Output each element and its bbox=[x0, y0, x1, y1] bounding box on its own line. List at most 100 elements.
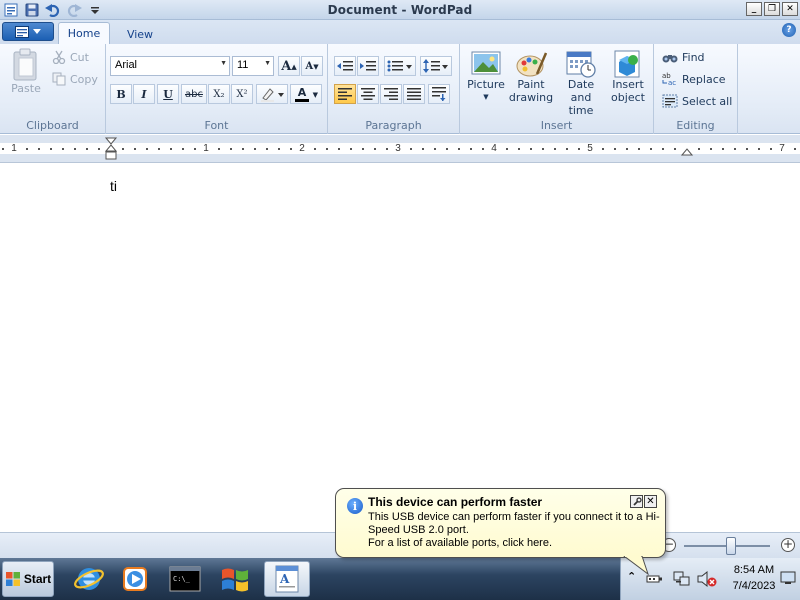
font-color-button[interactable]: A ▼ bbox=[290, 84, 322, 104]
bold-button[interactable]: B bbox=[110, 84, 132, 104]
zoom-in-button[interactable]: + bbox=[781, 538, 795, 552]
ruler-tick bbox=[86, 148, 88, 150]
grow-font-button[interactable]: A ▲ bbox=[278, 56, 300, 76]
select-all-button[interactable]: Select all bbox=[662, 94, 732, 108]
close-button[interactable]: ✕ bbox=[782, 2, 798, 16]
justify-button[interactable] bbox=[403, 84, 425, 104]
ruler-tick bbox=[242, 148, 244, 150]
date-time-label-line2: time bbox=[568, 104, 594, 117]
paint-drawing-label-line1: Paint bbox=[517, 78, 545, 91]
date-time-label-line1: Date and bbox=[567, 78, 595, 104]
application-menu-button[interactable] bbox=[2, 22, 54, 41]
increase-indent-icon bbox=[360, 61, 376, 71]
chevron-down-icon bbox=[33, 28, 41, 34]
superscript-button[interactable]: X² bbox=[231, 84, 253, 104]
svg-text:C:\_: C:\_ bbox=[173, 575, 191, 583]
ruler-tick bbox=[374, 148, 376, 150]
document-area[interactable]: ti bbox=[0, 163, 800, 532]
font-size-select[interactable]: 11 ▼ bbox=[232, 56, 274, 76]
ruler-tick bbox=[710, 148, 712, 150]
ruler-tick bbox=[146, 148, 148, 150]
taskbar-windows-explorer[interactable] bbox=[212, 561, 258, 597]
decrease-indent-icon bbox=[337, 61, 353, 71]
wrench-icon[interactable] bbox=[630, 495, 643, 508]
replace-button[interactable]: ab ac Replace bbox=[662, 72, 726, 86]
insert-object-label-line1: Insert bbox=[612, 78, 644, 91]
media-player-icon bbox=[123, 567, 147, 591]
taskbar: Start C:\_ A ⌃ 8:54 AM 7/4/2023 bbox=[0, 558, 800, 600]
insert-object-icon bbox=[614, 50, 640, 78]
start-button[interactable]: Start bbox=[2, 561, 54, 597]
paragraph-settings-button[interactable] bbox=[428, 84, 450, 104]
italic-button[interactable]: I bbox=[133, 84, 155, 104]
shrink-font-button[interactable]: A ▼ bbox=[301, 56, 323, 76]
cut-button[interactable]: Cut bbox=[52, 50, 89, 64]
ruler-tick bbox=[182, 148, 184, 150]
ruler-tick bbox=[158, 148, 160, 150]
picture-button[interactable]: Picture ▼ bbox=[464, 50, 508, 104]
font-family-select[interactable]: Arial ▼ bbox=[110, 56, 230, 76]
ruler-number: 1 bbox=[11, 143, 17, 154]
subscript-button[interactable]: X₂ bbox=[208, 84, 230, 104]
underline-button[interactable]: U bbox=[157, 84, 179, 104]
taskbar-wordpad[interactable]: A bbox=[264, 561, 310, 597]
network-icon[interactable] bbox=[673, 570, 691, 588]
taskbar-command-prompt[interactable]: C:\_ bbox=[162, 561, 208, 597]
paste-button[interactable]: Paste bbox=[6, 48, 46, 95]
volume-muted-icon[interactable] bbox=[697, 570, 717, 588]
paint-drawing-button[interactable]: Paint drawing bbox=[508, 50, 554, 104]
line-spacing-button[interactable] bbox=[420, 56, 452, 76]
bullets-button[interactable] bbox=[384, 56, 416, 76]
align-right-button[interactable] bbox=[380, 84, 402, 104]
minimize-button[interactable]: _ bbox=[746, 2, 762, 16]
taskbar-media-player[interactable] bbox=[112, 561, 158, 597]
copy-label: Copy bbox=[70, 72, 98, 86]
taskbar-internet-explorer[interactable] bbox=[66, 561, 112, 597]
date-time-button[interactable]: Date and time bbox=[558, 50, 604, 117]
svg-text:A: A bbox=[279, 572, 290, 586]
ruler-tick bbox=[650, 148, 652, 150]
ruler-tick bbox=[518, 148, 520, 150]
ruler-tick bbox=[638, 148, 640, 150]
zoom-slider-thumb[interactable] bbox=[726, 537, 737, 555]
show-desktop-icon[interactable] bbox=[780, 570, 796, 586]
help-icon[interactable]: ? bbox=[782, 23, 796, 37]
copy-button[interactable]: Copy bbox=[52, 72, 98, 86]
ruler[interactable]: 1 1 2 3 4 5 7 bbox=[0, 135, 800, 163]
ruler-tick bbox=[794, 148, 796, 150]
align-left-button[interactable] bbox=[334, 84, 356, 104]
ruler-tick bbox=[278, 148, 280, 150]
document-text[interactable]: ti bbox=[110, 178, 117, 194]
align-center-button[interactable] bbox=[357, 84, 379, 104]
balloon-link[interactable]: For a list of available ports, click her… bbox=[368, 537, 552, 549]
editing-group: Find ab ac Replace Select all Editing bbox=[654, 44, 738, 134]
ruler-tick bbox=[578, 148, 580, 150]
notification-balloon[interactable]: i This device can perform faster This US… bbox=[335, 488, 666, 558]
clock-time[interactable]: 8:54 AM bbox=[721, 564, 787, 576]
insert-object-button[interactable]: Insert object bbox=[606, 50, 650, 104]
ruler-tick bbox=[230, 148, 232, 150]
ruler-strip: 1 1 2 3 4 5 7 bbox=[0, 143, 800, 154]
decrease-indent-button[interactable] bbox=[334, 56, 356, 76]
first-line-indent-marker[interactable] bbox=[105, 137, 117, 163]
ruler-tick bbox=[506, 148, 508, 150]
command-prompt-icon: C:\_ bbox=[169, 566, 201, 592]
ruler-tick bbox=[698, 148, 700, 150]
restore-button[interactable]: ❐ bbox=[764, 2, 780, 16]
font-color-label: A bbox=[297, 85, 307, 99]
clock-date[interactable]: 7/4/2023 bbox=[721, 580, 787, 592]
tab-view[interactable]: View bbox=[118, 25, 162, 43]
increase-indent-button[interactable] bbox=[357, 56, 379, 76]
balloon-message: This USB device can perform faster if yo… bbox=[368, 511, 660, 536]
strikethrough-button[interactable]: abc bbox=[181, 84, 207, 104]
paragraph-group: Paragraph bbox=[328, 44, 460, 134]
find-button[interactable]: Find bbox=[662, 50, 705, 64]
insert-group: Picture ▼ Paint drawing Date and time In… bbox=[460, 44, 654, 134]
ruler-tick bbox=[662, 148, 664, 150]
tab-home[interactable]: Home bbox=[58, 22, 110, 44]
highlight-color-button[interactable] bbox=[256, 84, 288, 104]
ruler-tick bbox=[770, 148, 772, 150]
right-indent-marker[interactable] bbox=[681, 145, 693, 157]
balloon-close-button[interactable]: ✕ bbox=[644, 495, 657, 508]
align-left-icon bbox=[338, 88, 352, 100]
